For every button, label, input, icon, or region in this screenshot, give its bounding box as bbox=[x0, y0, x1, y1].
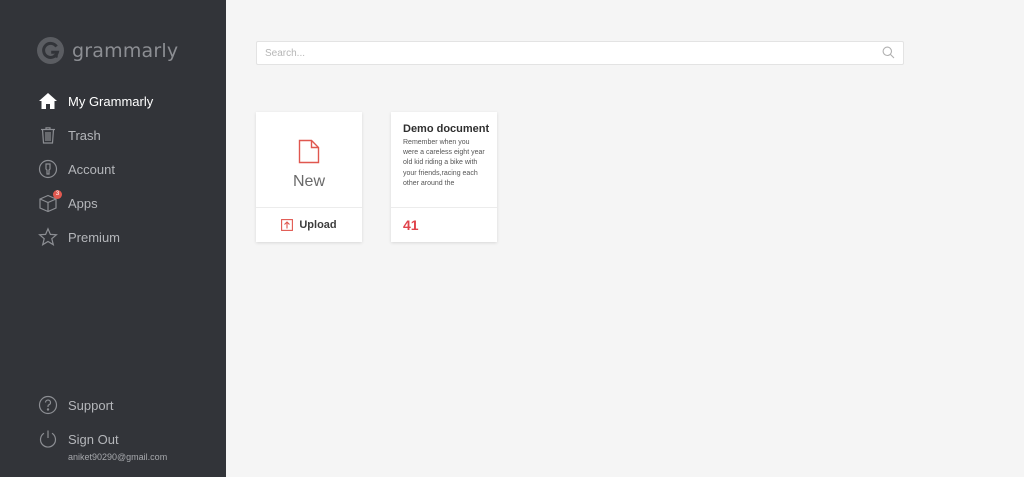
sidebar-item-support[interactable]: Support bbox=[38, 395, 114, 415]
sidebar-item-sign-out[interactable]: Sign Out bbox=[38, 429, 119, 449]
upload-label: Upload bbox=[299, 219, 337, 231]
sidebar-item-account[interactable]: Account bbox=[38, 159, 115, 179]
help-icon bbox=[38, 395, 58, 415]
search-input[interactable] bbox=[257, 42, 857, 64]
search-icon[interactable] bbox=[882, 46, 895, 59]
sidebar-item-label: Premium bbox=[68, 229, 121, 245]
new-document-card[interactable]: New Upload bbox=[256, 112, 362, 242]
sidebar-item-label: Account bbox=[68, 161, 115, 177]
document-card[interactable]: Demo document Remember when you were a c… bbox=[391, 112, 497, 242]
sidebar-item-label: Sign Out bbox=[68, 431, 119, 447]
apps-box-icon: 3 bbox=[38, 190, 62, 213]
document-excerpt: Remember when you were a careless eight … bbox=[403, 139, 485, 187]
sidebar-item-label: Support bbox=[68, 397, 114, 413]
new-document-label: New bbox=[292, 173, 325, 190]
sidebar-item-trash[interactable]: Trash bbox=[38, 125, 101, 145]
grammarly-g-icon bbox=[37, 37, 64, 64]
document-title: Demo document bbox=[403, 123, 490, 135]
power-icon bbox=[38, 429, 58, 449]
upload-icon bbox=[281, 219, 294, 231]
upload-button[interactable]: Upload bbox=[256, 207, 362, 242]
user-email: aniket90290@gmail.com bbox=[68, 452, 168, 462]
account-icon bbox=[38, 159, 58, 179]
sidebar-item-label: Trash bbox=[68, 127, 101, 143]
brand-logo[interactable]: grammarly bbox=[37, 37, 178, 64]
sidebar-item-my-grammarly[interactable]: My Grammarly bbox=[38, 91, 153, 111]
document-score: 41 bbox=[403, 217, 419, 233]
sidebar-item-label: Apps bbox=[68, 195, 98, 211]
new-document-icon bbox=[298, 139, 320, 164]
search-bar bbox=[256, 41, 904, 65]
brand-name: grammarly bbox=[72, 39, 179, 62]
sidebar-item-apps[interactable]: 3 Apps bbox=[38, 190, 98, 213]
trash-icon bbox=[38, 125, 58, 145]
sidebar-item-label: My Grammarly bbox=[68, 93, 154, 109]
document-footer: 41 bbox=[391, 207, 497, 242]
new-document-button[interactable]: New bbox=[256, 112, 362, 207]
sidebar: grammarly My Grammarly Trash Account 3 A… bbox=[0, 0, 226, 477]
sidebar-item-premium[interactable]: Premium bbox=[38, 227, 120, 247]
home-icon bbox=[38, 91, 58, 111]
star-icon bbox=[38, 227, 58, 247]
apps-badge: 3 bbox=[53, 190, 62, 199]
